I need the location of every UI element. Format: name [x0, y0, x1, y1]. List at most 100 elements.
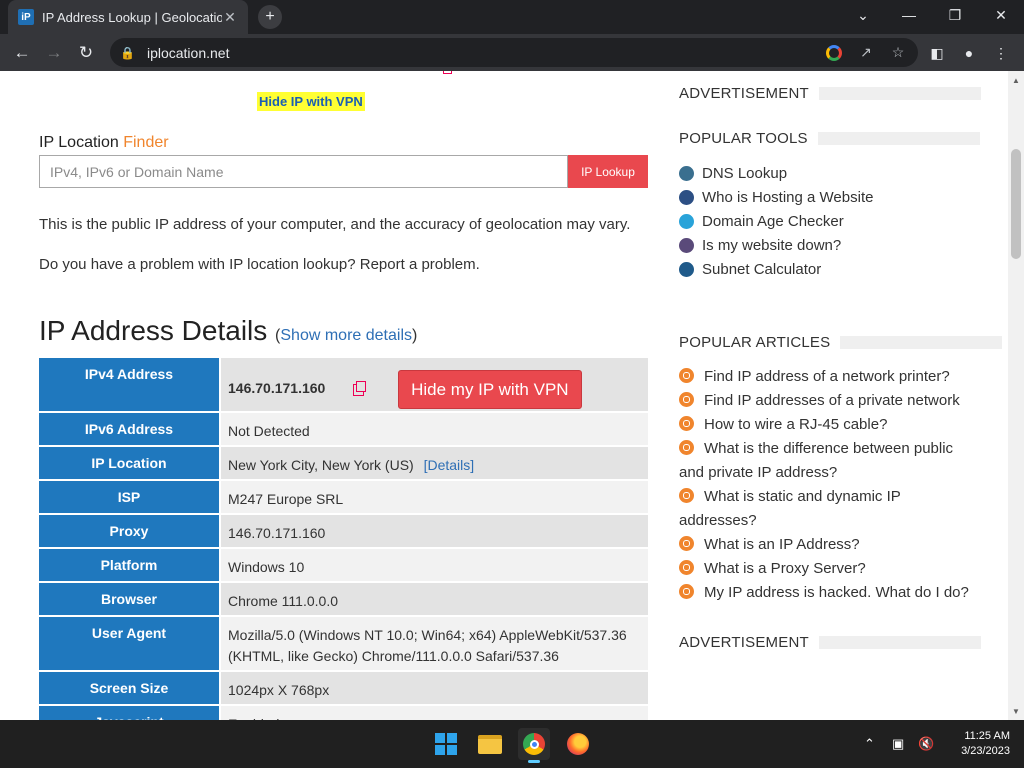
article-title: My IP address is hacked. What do I do? [704, 584, 969, 601]
details-title: IP Address Details [39, 315, 268, 346]
finder-title: IP Location Finder [39, 134, 169, 152]
row-label-javascript: Javascript [39, 706, 221, 720]
ip-lookup-input[interactable] [39, 155, 568, 188]
address-bar[interactable]: 🔒 iplocation.net ↗ ☆ [110, 38, 918, 67]
heading-rule [818, 87, 981, 100]
windows-logo-icon [435, 733, 457, 755]
url-text: iplocation.net [146, 44, 230, 61]
accuracy-note: This is the public IP address of your co… [39, 216, 631, 233]
finder-title-main: IP Location [39, 134, 119, 151]
clock-time: 11:25 AM [964, 730, 1010, 742]
reload-icon[interactable]: ↻ [73, 40, 99, 66]
table-row: Screen Size 1024px X 768px [39, 672, 648, 706]
status-icon [679, 238, 694, 253]
google-lens-icon[interactable] [820, 38, 848, 67]
ip-details-table: IPv4 Address 146.70.171.160 Hide my IP w… [39, 358, 648, 720]
table-row: Javascript Enabled [39, 706, 648, 720]
firefox-taskbar-button[interactable] [562, 728, 594, 760]
row-label-user-agent: User Agent [39, 617, 221, 670]
tab-search-button[interactable]: ⌄ [840, 0, 886, 30]
location-details-link[interactable]: [Details] [424, 457, 475, 473]
advertisement-heading: ADVERTISEMENT [679, 85, 981, 102]
tab-title: IP Address Lookup | Geolocation [42, 9, 222, 25]
volume-muted-icon[interactable]: 🔇 [918, 720, 934, 768]
tool-label: Is my website down? [702, 237, 842, 254]
tab-close-icon[interactable]: ✕ [222, 9, 238, 26]
start-button[interactable] [430, 728, 462, 760]
row-label-proxy: Proxy [39, 515, 221, 547]
table-row: User Agent Mozilla/5.0 (Windows NT 10.0;… [39, 617, 648, 672]
popular-tools-label: POPULAR TOOLS [679, 130, 808, 147]
tool-domain-age[interactable]: Domain Age Checker [679, 213, 844, 230]
rss-bullet-icon [679, 416, 694, 431]
rss-bullet-icon [679, 584, 694, 599]
heading-rule [817, 132, 980, 145]
ip-lookup-button[interactable]: IP Lookup [568, 155, 648, 188]
article-title: What is a Proxy Server? [704, 560, 866, 577]
clock-date: 3/23/2023 [961, 745, 1010, 757]
share-icon[interactable]: ↗ [852, 38, 880, 67]
new-tab-button[interactable]: + [258, 5, 282, 29]
row-label-browser: Browser [39, 583, 221, 615]
row-label-location: IP Location [39, 447, 221, 479]
hide-ip-vpn-link[interactable]: Hide IP with VPN [257, 92, 365, 111]
tool-dns-lookup[interactable]: DNS Lookup [679, 165, 787, 182]
article-link[interactable]: What is the difference between public an… [679, 437, 971, 485]
popular-articles-label: POPULAR ARTICLES [679, 334, 831, 351]
back-arrow-icon[interactable]: ← [9, 40, 35, 66]
tool-website-down[interactable]: Is my website down? [679, 237, 841, 254]
restore-button[interactable]: ❐ [932, 0, 978, 30]
scrollbar-thumb[interactable] [1011, 149, 1021, 259]
rss-bullet-icon [679, 368, 694, 383]
rss-bullet-icon [679, 440, 694, 455]
article-link[interactable]: Find IP address of a network printer? [679, 365, 971, 389]
scroll-up-arrow-icon[interactable]: ▲ [1008, 73, 1024, 87]
forward-arrow-icon[interactable]: → [41, 40, 67, 66]
taskbar-clock[interactable]: 11:25 AM 3/23/2023 [944, 729, 1010, 759]
profile-icon[interactable]: ● [956, 40, 982, 66]
bookmark-star-icon[interactable]: ☆ [884, 38, 912, 67]
screen: iP IP Address Lookup | Geolocation ✕ + ⌄… [0, 0, 1024, 768]
table-row: IPv6 Address Not Detected [39, 413, 648, 447]
minimize-button[interactable]: — [886, 0, 932, 30]
tool-who-is-hosting[interactable]: Who is Hosting a Website [679, 189, 873, 206]
rss-bullet-icon [679, 536, 694, 551]
scroll-down-arrow-icon[interactable]: ▼ [1008, 704, 1024, 718]
show-more-details-link[interactable]: Show more details [280, 327, 412, 344]
file-explorer-button[interactable] [474, 728, 506, 760]
row-label-screen-size: Screen Size [39, 672, 221, 704]
chrome-taskbar-button[interactable] [518, 728, 550, 763]
row-value-user-agent: Mozilla/5.0 (Windows NT 10.0; Win64; x64… [221, 617, 648, 670]
article-link[interactable]: What is static and dynamic IP addresses? [679, 485, 971, 533]
close-window-button[interactable]: ✕ [978, 0, 1024, 30]
row-value-ipv6: Not Detected [221, 413, 648, 445]
article-title: What is the difference between public an… [679, 440, 954, 481]
side-panel-icon[interactable]: ◧ [924, 40, 950, 66]
article-title: How to wire a RJ-45 cable? [704, 416, 888, 433]
article-link[interactable]: Find IP addresses of a private network [679, 389, 971, 413]
rss-bullet-icon [679, 560, 694, 575]
globe-icon [679, 166, 694, 181]
article-link[interactable]: My IP address is hacked. What do I do? [679, 581, 971, 605]
network-monitor-icon[interactable]: ▣ [892, 720, 904, 768]
tool-label: DNS Lookup [702, 165, 788, 182]
browser-tab[interactable]: iP IP Address Lookup | Geolocation ✕ [8, 0, 248, 34]
firefox-icon [567, 733, 589, 755]
finder-title-accent: Finder [123, 134, 169, 151]
menu-dots-icon[interactable]: ⋮ [988, 40, 1014, 66]
page-scrollbar[interactable]: ▲ ▼ [1008, 71, 1024, 720]
hide-my-ip-vpn-button[interactable]: Hide my IP with VPN [398, 370, 582, 409]
article-link[interactable]: What is a Proxy Server? [679, 557, 971, 581]
row-value-browser: Chrome 111.0.0.0 [221, 583, 648, 615]
table-row: IP Location New York City, New York (US)… [39, 447, 648, 481]
tool-subnet-calculator[interactable]: Subnet Calculator [679, 261, 821, 278]
table-row: ISP M247 Europe SRL [39, 481, 648, 515]
row-label-platform: Platform [39, 549, 221, 581]
row-value-location: New York City, New York (US) [Details] [221, 447, 648, 479]
rss-bullet-icon [679, 392, 694, 407]
article-link[interactable]: How to wire a RJ-45 cable? [679, 413, 971, 437]
show-hidden-icons-chevron-icon[interactable]: ⌃ [864, 720, 875, 768]
copy-icon[interactable] [353, 380, 367, 396]
article-title: Find IP addresses of a private network [704, 392, 960, 409]
article-link[interactable]: What is an IP Address? [679, 533, 971, 557]
